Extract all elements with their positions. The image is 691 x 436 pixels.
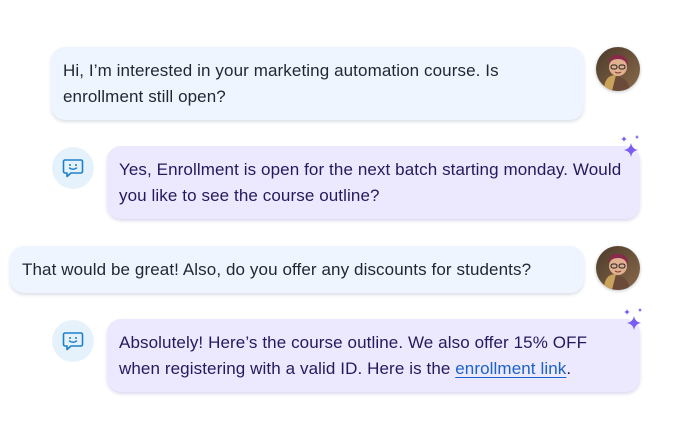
bot-message-bubble: Yes, Enrollment is open for the next bat… [107, 146, 640, 219]
bot-message-bubble: Absolutely! Here’s the course outline. W… [107, 319, 640, 392]
bot-avatar [52, 320, 94, 362]
enrollment-link[interactable]: enrollment link [455, 359, 566, 378]
chat-conversation: Hi, I’m interested in your marketing aut… [0, 0, 691, 436]
user-avatar [596, 47, 640, 91]
user-message-bubble: Hi, I’m interested in your marketing aut… [51, 47, 584, 120]
user-message-bubble: That would be great! Also, do you offer … [10, 246, 584, 293]
bot-avatar [52, 147, 94, 189]
sparkle-icon [621, 135, 639, 157]
sparkle-icon [624, 308, 642, 330]
user-avatar [596, 246, 640, 290]
user-message-text: Hi, I’m interested in your marketing aut… [63, 61, 499, 106]
chat-smiley-icon [62, 159, 84, 178]
bot-message-text: Yes, Enrollment is open for the next bat… [119, 160, 622, 205]
bot-message-text-end: . [566, 359, 572, 378]
user-message-text: That would be great! Also, do you offer … [22, 260, 532, 279]
chat-smiley-icon [62, 332, 84, 351]
